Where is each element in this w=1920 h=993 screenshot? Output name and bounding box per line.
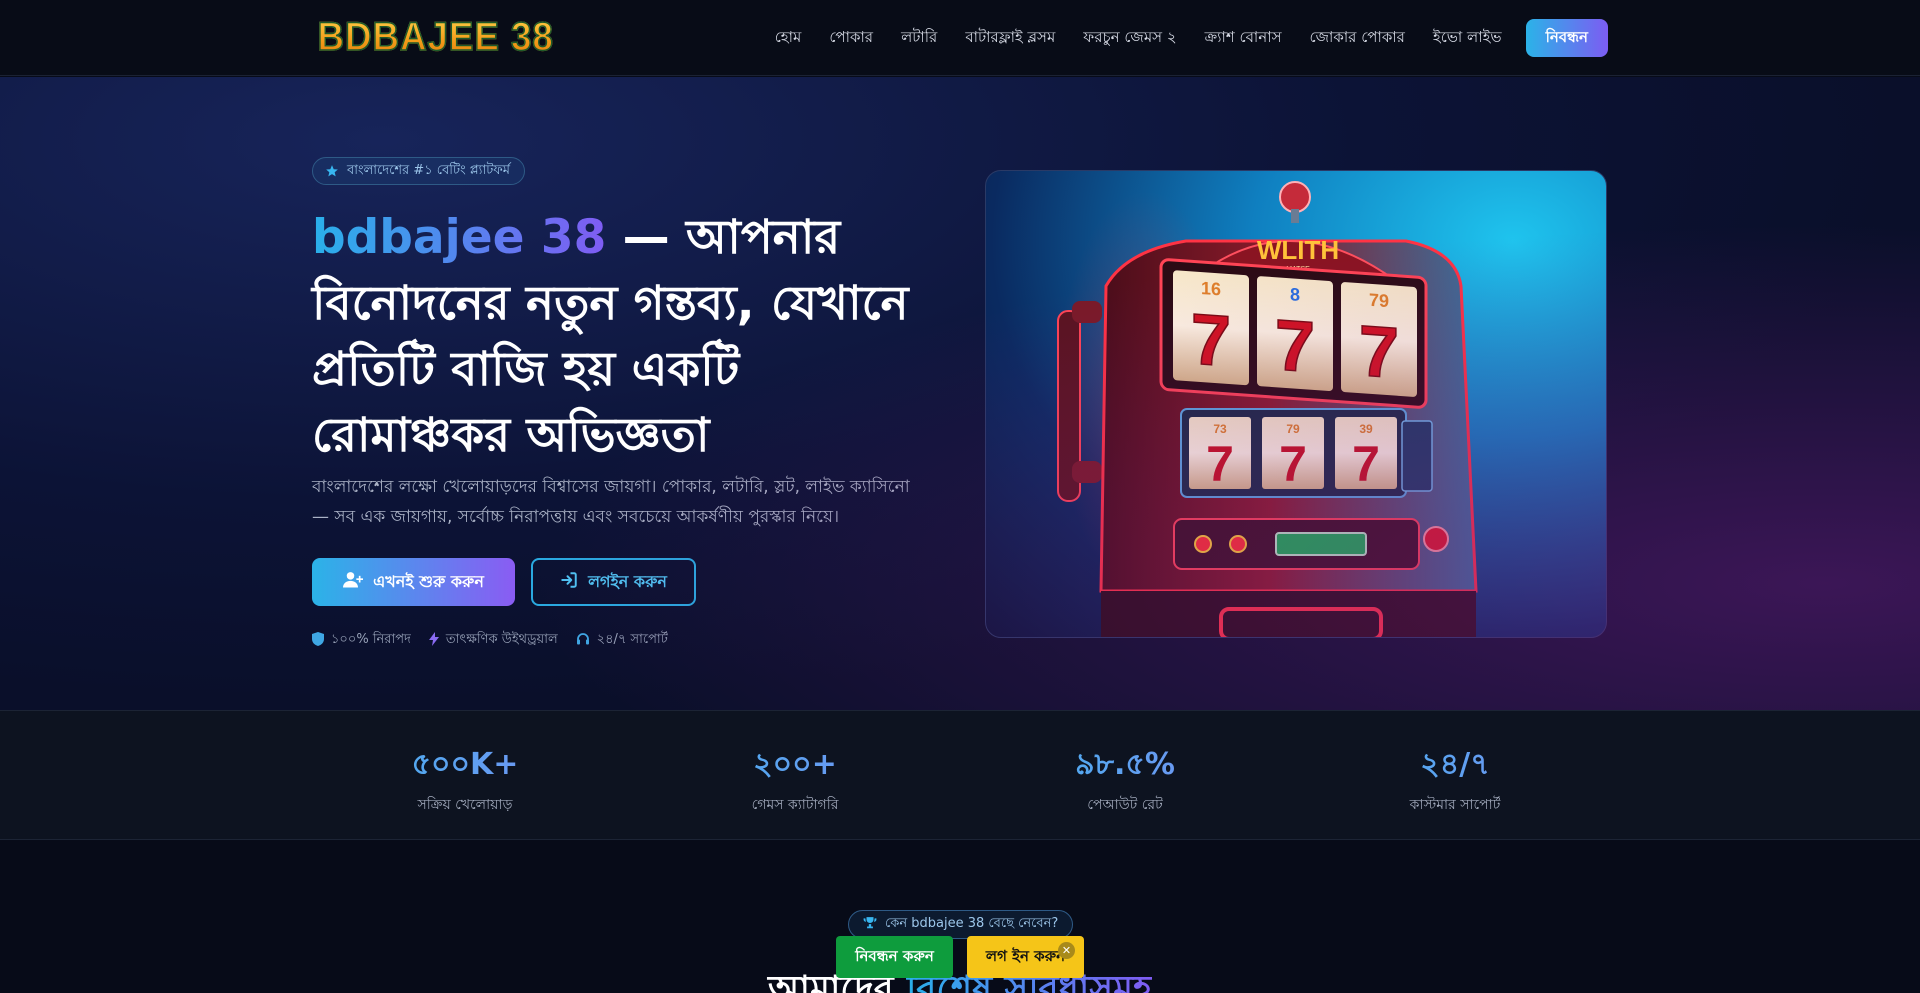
sign-in-icon [560, 571, 578, 593]
shield-icon [312, 631, 324, 650]
stat-label: গেমস ক্যাটাগরি [751, 797, 839, 813]
stat-label: কাস্টমার সাপোর্ট [1409, 797, 1501, 813]
stat-value: ৫০০K+ [315, 745, 615, 785]
stat-value: ২৪/৭ [1305, 745, 1605, 785]
user-plus-icon [343, 571, 364, 593]
trophy-icon [863, 916, 877, 934]
nav-item-joker-poker[interactable]: জোকার পোকার [1295, 26, 1418, 51]
nav-item-poker[interactable]: পোকার [815, 26, 887, 51]
feature-support-label: ২৪/৭ সাপোর্ট [596, 632, 668, 647]
login-button[interactable]: লগইন করুন [531, 558, 696, 606]
main-nav: হোম পোকার লটারি বাটারফ্লাই ব্লসম ফরচুন জ… [761, 19, 1608, 57]
stat-customer-support: ২৪/৭ কাস্টমার সাপোর্ট [1305, 711, 1605, 817]
hero-title-brand: bdbajee 38 [312, 210, 607, 265]
close-icon[interactable]: ✕ [1058, 942, 1075, 959]
top-reel-3-number: 79 [1369, 290, 1389, 311]
slot-machine-image: WLITH MATSE 16 8 79 7 7 7 73 79 39 [985, 170, 1607, 638]
top-reel-3-seven: 7 [1359, 311, 1399, 394]
why-badge-text: কেন bdbajee 38 বেছে নেবেন? [885, 916, 1059, 931]
hero-features: ১০০% নিরাপদ তাৎক্ষণিক উইথড্রয়াল ২৪/৭ সা… [312, 630, 668, 651]
site-logo[interactable]: BDBAJEE 38 [312, 14, 559, 60]
bottom-reel-2-number: 79 [1286, 422, 1300, 436]
feature-withdrawal: তাৎক্ষণিক উইথড্রয়াল [428, 630, 558, 651]
stat-label: সক্রিয় খেলোয়াড় [417, 797, 513, 813]
feature-secure: ১০০% নিরাপদ [312, 630, 411, 651]
why-badge: কেন bdbajee 38 বেছে নেবেন? [848, 910, 1074, 939]
stats-section: ৫০০K+ সক্রিয় খেলোয়াড় ২০০+ গেমস ক্যাটা… [0, 710, 1920, 840]
nav-item-evo-live[interactable]: ইভো লাইভ [1419, 26, 1516, 51]
floating-register-button[interactable]: নিবন্ধন করুন [836, 936, 953, 978]
hero-badge-text: বাংলাদেশের #১ বেটিং প্ল্যাটফর্ম [347, 162, 511, 178]
nav-item-home[interactable]: হোম [761, 26, 816, 51]
star-icon [325, 164, 339, 178]
feature-support: ২৪/৭ সাপোর্ট [576, 630, 668, 651]
stat-label: পেআউট রেট [1087, 797, 1163, 813]
stat-active-players: ৫০০K+ সক্রিয় খেলোয়াড় [315, 711, 615, 817]
top-reel-2-number: 8 [1290, 284, 1300, 305]
nav-item-butterfly-blossom[interactable]: বাটারফ্লাই ব্লসম [951, 26, 1069, 51]
bottom-reel-1-seven: 7 [1206, 436, 1234, 492]
top-reel-1-number: 16 [1201, 278, 1221, 299]
stat-payout-rate: ৯৮.৫% পেআউট রেট [975, 711, 1275, 817]
hero-title: bdbajee 38 — আপনার বিনোদনের নতুন গন্তব্য… [312, 205, 942, 469]
floating-action-bar: নিবন্ধন করুন লগ ইন করুন ✕ [836, 936, 1084, 978]
feature-secure-label: ১০০% নিরাপদ [331, 632, 411, 647]
hero-badge: বাংলাদেশের #১ বেটিং প্ল্যাটফর্ম [312, 157, 526, 185]
bottom-reel-3-seven: 7 [1352, 436, 1380, 492]
slot-sign: WLITH [1257, 235, 1339, 265]
start-now-label: এখনই শুরু করুন [373, 571, 484, 591]
register-button[interactable]: নিবন্ধন [1525, 19, 1608, 57]
nav-item-lottery[interactable]: লটারি [887, 26, 951, 51]
bolt-icon [428, 631, 439, 650]
top-reel-1-seven: 7 [1191, 299, 1231, 382]
nav-item-fortune-gems[interactable]: ফরচুন জেমস ২ [1069, 26, 1190, 51]
hero-description: বাংলাদেশের লক্ষো খেলোয়াড়দের বিশ্বাসের … [312, 477, 910, 527]
start-now-button[interactable]: এখনই শুরু করুন [312, 558, 515, 606]
login-label: লগইন করুন [588, 571, 667, 591]
stat-value: ৯৮.৫% [975, 745, 1275, 785]
site-header: BDBAJEE 38 হোম পোকার লটারি বাটারফ্লাই ব্… [0, 0, 1920, 76]
bottom-reel-1-number: 73 [1213, 422, 1227, 436]
stat-game-categories: ২০০+ গেমস ক্যাটাগরি [645, 711, 945, 817]
top-reel-2-seven: 7 [1275, 305, 1315, 388]
feature-withdrawal-label: তাৎক্ষণিক উইথড্রয়াল [445, 632, 558, 647]
hero-section: বাংলাদেশের #১ বেটিং প্ল্যাটফর্ম bdbajee … [0, 77, 1920, 710]
bottom-reel-3-number: 39 [1359, 422, 1373, 436]
slot-machine-illustration: WLITH MATSE 16 8 79 7 7 7 73 79 39 [1056, 181, 1478, 637]
headset-icon [576, 632, 590, 650]
bottom-reel-2-seven: 7 [1279, 436, 1307, 492]
nav-item-crash-bonus[interactable]: ক্র্যাশ বোনাস [1191, 26, 1296, 51]
stat-value: ২০০+ [645, 745, 945, 785]
